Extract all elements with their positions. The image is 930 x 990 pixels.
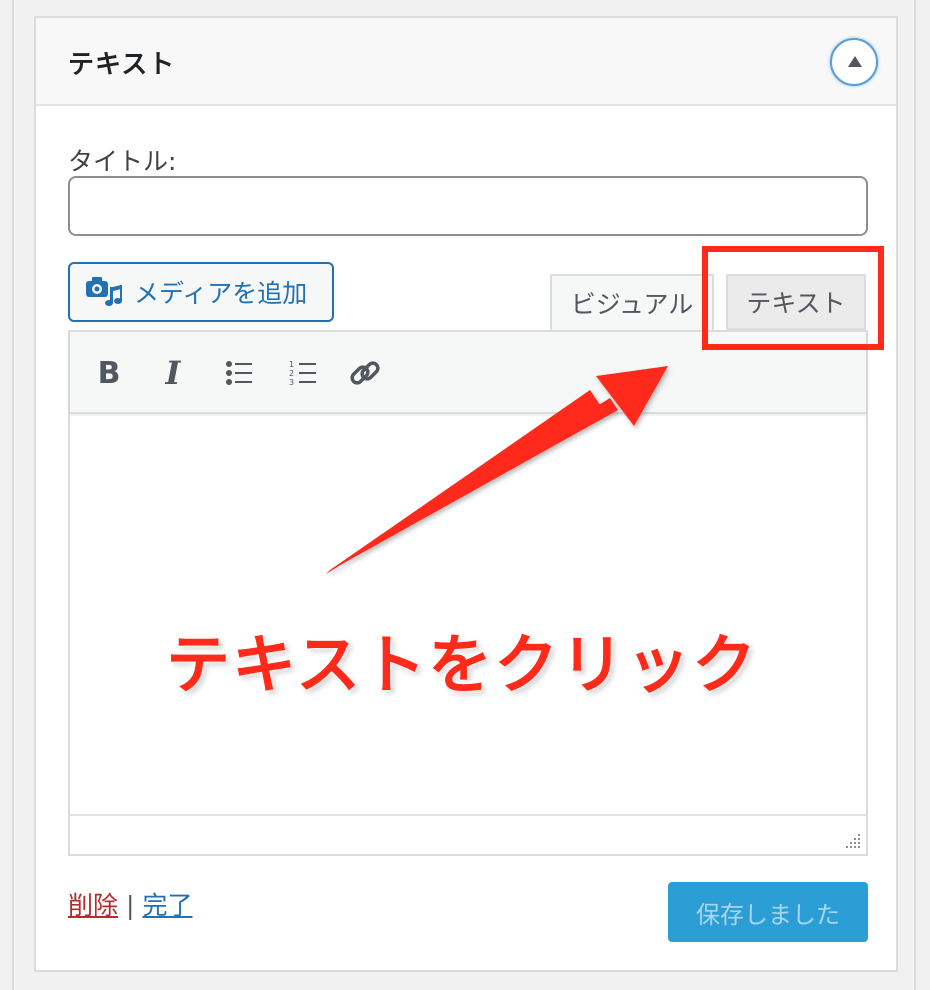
media-icon	[86, 277, 122, 306]
resize-handle-icon[interactable]	[844, 832, 862, 850]
done-link[interactable]: 完了	[142, 891, 192, 920]
annotation-text: テキストをクリック	[166, 629, 759, 703]
page: テキスト タイトル: メディアを追加 ビジュアル テキスト B I 1 2 3 …	[0, 0, 930, 990]
bulleted-list-button[interactable]	[216, 350, 262, 396]
link-icon	[350, 361, 380, 385]
bold-button[interactable]: B	[86, 350, 132, 396]
title-label: タイトル:	[68, 147, 177, 176]
widget-title: テキスト	[68, 50, 176, 80]
svg-text:1: 1	[289, 360, 294, 369]
text-widget: テキスト タイトル: メディアを追加 ビジュアル テキスト B I 1 2 3 …	[34, 16, 898, 972]
collapse-toggle-button[interactable]	[830, 38, 878, 86]
widget-header[interactable]: テキスト	[36, 18, 896, 106]
bulleted-list-icon	[226, 361, 252, 385]
save-button[interactable]: 保存しました	[668, 882, 868, 942]
right-edge	[914, 0, 930, 990]
editor: B I 1 2 3	[68, 330, 868, 856]
delete-link[interactable]: 削除	[68, 891, 118, 920]
numbered-list-icon: 1 2 3	[289, 360, 316, 387]
left-edge	[0, 0, 14, 990]
triangle-up-icon	[848, 56, 862, 67]
actions-separator: |	[126, 891, 135, 920]
widget-actions: 削除 | 完了	[68, 886, 192, 922]
svg-text:3: 3	[289, 378, 294, 387]
annotation-highlight-box	[702, 246, 884, 350]
add-media-label: メディアを追加	[134, 279, 308, 308]
tab-visual[interactable]: ビジュアル	[550, 274, 714, 330]
italic-button[interactable]: I	[150, 350, 196, 396]
insert-link-button[interactable]	[342, 350, 388, 396]
numbered-list-button[interactable]: 1 2 3	[280, 350, 326, 396]
svg-text:2: 2	[289, 369, 294, 378]
editor-statusbar	[70, 814, 866, 854]
title-input[interactable]	[68, 176, 868, 236]
add-media-button[interactable]: メディアを追加	[68, 262, 334, 322]
